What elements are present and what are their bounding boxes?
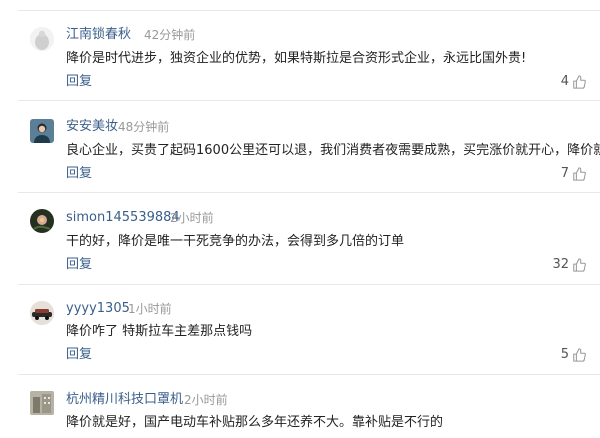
username[interactable]: 江南锁春秋 xyxy=(66,27,131,43)
timestamp: 1小时前 xyxy=(128,302,172,316)
divider xyxy=(18,100,600,101)
comment-item: yyyy1305 1小时前 降价咋了 特斯拉车主差那点钱吗 回复 5 xyxy=(0,284,600,374)
like-count: 7 xyxy=(560,166,569,181)
comment-item: 江南锁春秋 42分钟前 降价是时代进步，独资企业的优势，如果特斯拉是合资形式企业… xyxy=(0,0,600,100)
avatar[interactable] xyxy=(30,391,54,415)
timestamp: 48分钟前 xyxy=(118,120,170,134)
avatar-person-photo-icon xyxy=(30,119,54,143)
divider xyxy=(18,10,600,11)
username[interactable]: 杭州精川科技口罩机 xyxy=(66,392,183,408)
avatar[interactable] xyxy=(30,301,54,325)
thumbs-up-icon xyxy=(573,166,586,181)
like-button[interactable]: 4 xyxy=(561,74,586,89)
timestamp: 2小时前 xyxy=(184,393,228,407)
like-count: 32 xyxy=(552,257,569,272)
comment-text: 降价咋了 特斯拉车主差那点钱吗 xyxy=(66,324,253,339)
avatar-building-photo-icon xyxy=(30,391,54,415)
avatar[interactable] xyxy=(30,27,54,51)
username[interactable]: 安安美妆 xyxy=(66,119,118,135)
avatar[interactable] xyxy=(30,209,54,233)
username[interactable]: yyyy1305 xyxy=(66,301,130,317)
avatar-car-photo-icon xyxy=(30,301,54,325)
reply-button[interactable]: 回复 xyxy=(66,166,92,182)
timestamp: 2小时前 xyxy=(170,211,214,225)
comment-item: 杭州精川科技口罩机 2小时前 降价就是好，国产电动车补贴那么多年还养不大。靠补贴… xyxy=(0,374,600,438)
avatar-white-figure-icon xyxy=(30,27,54,51)
thumbs-up-icon xyxy=(573,347,586,362)
comment-text: 干的好，降价是唯一干死竞争的办法，会得到多几倍的订单 xyxy=(66,234,405,249)
like-button[interactable]: 7 xyxy=(561,166,586,181)
reply-button[interactable]: 回复 xyxy=(66,257,92,273)
comment-text: 降价是时代进步，独资企业的优势，如果特斯拉是合资形式企业，永远比国外贵! xyxy=(66,51,527,66)
comment-text: 降价就是好，国产电动车补贴那么多年还养不大。靠补贴是不行的 xyxy=(66,415,444,430)
avatar-flower-photo-icon xyxy=(30,209,54,233)
divider xyxy=(18,374,600,375)
like-count: 4 xyxy=(560,74,569,89)
reply-button[interactable]: 回复 xyxy=(66,347,92,363)
divider xyxy=(18,192,600,193)
like-button[interactable]: 5 xyxy=(561,347,586,362)
username[interactable]: simon145539884 xyxy=(66,210,180,226)
like-button[interactable]: 32 xyxy=(552,257,586,272)
divider xyxy=(18,284,600,285)
avatar[interactable] xyxy=(30,119,54,143)
timestamp: 42分钟前 xyxy=(144,28,196,42)
like-count: 5 xyxy=(560,347,569,362)
comment-item: 安安美妆 48分钟前 良心企业，买贵了起码1600公里还可以退，我们消费者夜需要… xyxy=(0,100,600,192)
comment-text: 良心企业，买贵了起码1600公里还可以退，我们消费者夜需要成熟，买完涨价就开心，… xyxy=(66,143,600,158)
thumbs-up-icon xyxy=(573,74,586,89)
thumbs-up-icon xyxy=(573,257,586,272)
comment-item: simon145539884 2小时前 干的好，降价是唯一干死竞争的办法，会得到… xyxy=(0,192,600,284)
reply-button[interactable]: 回复 xyxy=(66,74,92,90)
